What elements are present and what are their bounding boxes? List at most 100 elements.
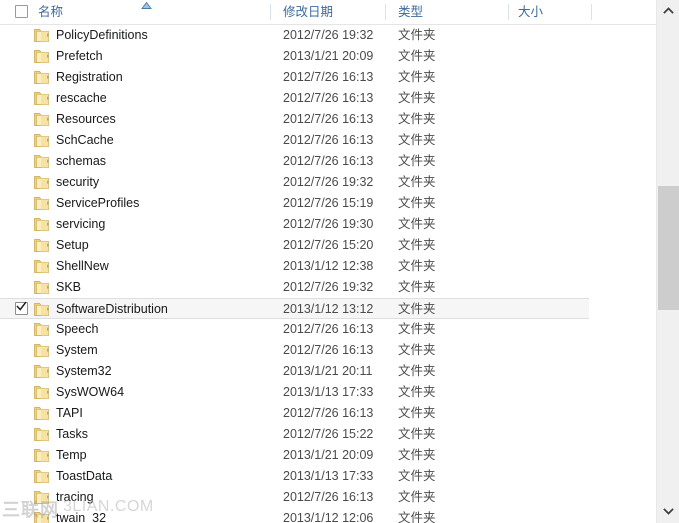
folder-icon [34,384,51,400]
column-divider-size[interactable] [591,4,592,20]
column-header-name-label: 名称 [38,5,64,19]
cell-name: Resources [56,112,116,126]
table-row[interactable]: Temp 2013/1/21 20:09 文件夹 [0,445,656,466]
vertical-scrollbar[interactable] [656,0,679,523]
cell-name: SoftwareDistribution [56,302,168,316]
table-row[interactable]: Speech 2012/7/26 16:13 文件夹 [0,319,656,340]
cell-name: System32 [56,364,112,378]
column-header-size[interactable]: 大小 [518,0,543,24]
row-checkbox[interactable] [15,301,28,315]
column-header-type[interactable]: 类型 [398,0,423,24]
cell-name: System [56,343,98,357]
folder-icon-graphic [34,155,49,168]
cell-name: ToastData [56,469,113,483]
table-row[interactable]: Resources 2012/7/26 16:13 文件夹 [0,109,656,130]
cell-date: 2012/7/26 19:32 [283,28,374,42]
file-list[interactable]: PolicyDefinitions 2012/7/26 19:32 文件夹 Prefe… [0,25,656,523]
cell-date: 2012/7/26 16:13 [283,343,374,357]
cell-name: Temp [56,448,87,462]
cell-name: PolicyDefinitions [56,28,148,42]
folder-icon [34,321,51,337]
folder-icon-graphic [34,491,49,504]
cell-name: SKB [56,280,82,294]
scroll-up-button[interactable] [657,0,679,22]
folder-icon [34,279,51,295]
cell-name: TAPI [56,406,83,420]
cell-name: ServiceProfiles [56,196,140,210]
table-row[interactable]: System32 2013/1/21 20:11 文件夹 [0,361,656,382]
folder-icon [34,216,51,232]
explorer-list-view: 名称 修改日期 类型 大小 PolicyDefinitions 2012/7/26… [0,0,679,523]
cell-name: Speech [56,322,99,336]
folder-icon-graphic [34,344,49,357]
cell-date: 2012/7/26 15:22 [283,427,374,441]
folder-icon-graphic [34,407,49,420]
chevron-up-icon [662,7,674,14]
cell-type: 文件夹 [398,448,436,462]
folder-icon-graphic [34,428,49,441]
scroll-down-button[interactable] [657,501,679,523]
table-row[interactable]: SysWOW64 2013/1/13 17:33 文件夹 [0,382,656,403]
folder-icon-graphic [34,323,49,336]
column-divider-name[interactable] [270,4,271,20]
select-all-checkbox[interactable] [15,5,28,18]
cell-name: security [56,175,100,189]
cell-date: 2013/1/12 13:12 [283,302,374,316]
folder-icon [34,69,51,85]
folder-icon-graphic [34,113,49,126]
folder-icon [34,489,51,505]
table-row[interactable]: SchCache 2012/7/26 16:13 文件夹 [0,130,656,151]
table-row[interactable]: SoftwareDistribution 2013/1/12 13:12 文件夹 [0,298,589,319]
table-row[interactable]: ServiceProfiles 2012/7/26 15:19 文件夹 [0,193,656,214]
folder-icon [34,174,51,190]
cell-date: 2012/7/26 16:13 [283,322,374,336]
table-row[interactable]: ToastData 2013/1/13 17:33 文件夹 [0,466,656,487]
cell-date: 2012/7/26 16:13 [283,490,374,504]
folder-icon [34,111,51,127]
table-row[interactable]: Registration 2012/7/26 16:13 文件夹 [0,67,656,88]
folder-icon-graphic [34,176,49,189]
cell-type: 文件夹 [398,280,436,294]
cell-name: Registration [56,70,123,84]
column-header-name[interactable]: 名称 [38,0,63,24]
cell-type: 文件夹 [398,302,436,316]
table-row[interactable]: PolicyDefinitions 2012/7/26 19:32 文件夹 [0,25,656,46]
cell-date: 2012/7/26 16:13 [283,154,374,168]
folder-icon [34,153,51,169]
cell-type: 文件夹 [398,322,436,336]
cell-type: 文件夹 [398,406,436,420]
cell-type: 文件夹 [398,385,436,399]
cell-type: 文件夹 [398,343,436,357]
column-header-date[interactable]: 修改日期 [283,0,333,24]
cell-date: 2013/1/12 12:06 [283,511,374,523]
table-row[interactable]: SKB 2012/7/26 19:32 文件夹 [0,277,656,298]
table-row[interactable]: security 2012/7/26 19:32 文件夹 [0,172,656,193]
folder-icon [34,342,51,358]
table-row[interactable]: Tasks 2012/7/26 15:22 文件夹 [0,424,656,445]
folder-icon-graphic [34,512,49,523]
table-row[interactable]: servicing 2012/7/26 19:30 文件夹 [0,214,656,235]
cell-date: 2013/1/21 20:11 [283,364,373,378]
folder-icon-graphic [34,134,49,147]
table-row[interactable]: rescache 2012/7/26 16:13 文件夹 [0,88,656,109]
table-row[interactable]: twain_32 2013/1/12 12:06 文件夹 [0,508,656,523]
folder-icon-graphic [34,449,49,462]
table-row[interactable]: Setup 2012/7/26 15:20 文件夹 [0,235,656,256]
cell-date: 2012/7/26 15:20 [283,238,374,252]
column-divider-type[interactable] [508,4,509,20]
column-divider-date[interactable] [385,4,386,20]
cell-date: 2012/7/26 19:32 [283,175,374,189]
folder-icon [34,510,51,523]
table-row[interactable]: tracing 2012/7/26 16:13 文件夹 [0,487,656,508]
cell-date: 2012/7/26 16:13 [283,70,374,84]
table-row[interactable]: TAPI 2012/7/26 16:13 文件夹 [0,403,656,424]
folder-icon [34,132,51,148]
table-row[interactable]: System 2012/7/26 16:13 文件夹 [0,340,656,361]
cell-name: SysWOW64 [56,385,125,399]
folder-icon [34,468,51,484]
folder-icon-graphic [34,197,49,210]
scrollbar-thumb[interactable] [658,186,679,310]
table-row[interactable]: Prefetch 2013/1/21 20:09 文件夹 [0,46,656,67]
table-row[interactable]: ShellNew 2013/1/12 12:38 文件夹 [0,256,656,277]
table-row[interactable]: schemas 2012/7/26 16:13 文件夹 [0,151,656,172]
